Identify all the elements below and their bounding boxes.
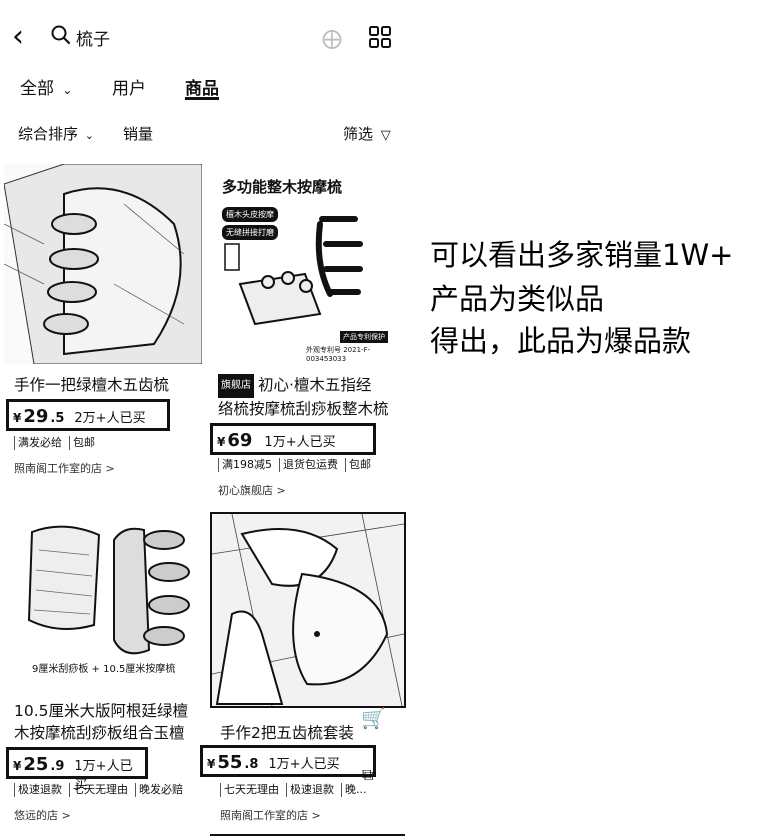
sort-sales[interactable]: 销量 xyxy=(123,123,153,144)
search-input[interactable]: 梳子 xyxy=(76,25,110,50)
filter-label: 筛选 xyxy=(343,125,374,143)
price-currency: ¥ xyxy=(13,411,22,425)
price-integer: 29 xyxy=(23,406,49,427)
tab-users[interactable]: 用户 xyxy=(112,74,146,99)
title-line: 络梳按摩梳刮痧板整木梳 xyxy=(218,400,389,418)
tag: 满198减5 xyxy=(218,458,275,472)
tab-products[interactable]: 商品 xyxy=(185,74,219,99)
tab-all[interactable]: 全部 ⌄ xyxy=(20,74,72,99)
price-integer: 69 xyxy=(227,430,253,451)
search-icon xyxy=(51,25,71,45)
tag: 包邮 xyxy=(69,436,98,450)
annotation-line-2: 产品为类似品 xyxy=(430,282,605,316)
price-currency: ¥ xyxy=(217,435,226,449)
price-integer: 25 xyxy=(23,754,49,775)
flagship-badge: 旗舰店 xyxy=(218,374,254,398)
title-line: 10.5厘米大版阿根廷绿檀 xyxy=(14,702,189,720)
sold-count: 1万+人已买 xyxy=(264,435,336,450)
patent-stamp: 产品专利保护 xyxy=(340,331,388,343)
annotation-line-1: 可以看出多家销量1W+ xyxy=(430,238,734,272)
price-decimal: .9 xyxy=(50,759,65,774)
tag: 包邮 xyxy=(345,458,374,472)
tag: 晚... xyxy=(341,783,370,797)
shop-link-1[interactable]: 照南阁工作室的店 > xyxy=(14,460,115,476)
shop-link-3[interactable]: 悠远的店 > xyxy=(14,807,71,823)
patent-text: 外观专利号 2021-F-003453033 xyxy=(306,346,371,363)
filter-button[interactable]: 筛选 ▽ xyxy=(343,123,391,144)
chevron-down-icon: ⌄ xyxy=(84,129,95,142)
filter-icon: ▽ xyxy=(380,128,391,143)
price-decimal: .5 xyxy=(50,411,65,426)
price-currency: ¥ xyxy=(13,759,22,773)
price-highlight-box-1: ¥ 29 .5 2万+人已买 xyxy=(6,399,170,431)
product-image-3[interactable]: 9厘米刮痧板 + 10.5厘米按摩梳 xyxy=(4,510,202,690)
hand-with-comb-photo xyxy=(212,514,404,706)
price-highlight-box-2: ¥ 69 1万+人已买 xyxy=(210,423,376,455)
comb-photo xyxy=(4,164,202,364)
back-arrow-icon[interactable]: ‹ xyxy=(12,22,24,52)
product-image-4[interactable] xyxy=(210,512,406,708)
price-highlight-box-3: ¥ 25 .9 1万+人已买 xyxy=(6,747,148,793)
price-decimal: .8 xyxy=(244,757,259,772)
bottom-divider xyxy=(210,834,405,836)
shop-link-2[interactable]: 初心旗舰店 > xyxy=(218,482,286,498)
tag: 满发必给 xyxy=(14,436,65,450)
product-tags-2: 满198减5 退货包运费 包邮 xyxy=(218,458,374,472)
chevron-down-icon: ⌄ xyxy=(62,83,73,97)
sort-comprehensive-label: 综合排序 xyxy=(18,125,79,143)
product-title-1[interactable]: 手作一把绿檀木五齿梳 xyxy=(14,374,204,396)
product-tags-1: 满发必给 包邮 xyxy=(14,436,98,450)
share-icon[interactable]: ⧉ xyxy=(362,765,373,785)
tag: 极速退款 xyxy=(14,783,65,797)
product-image-1[interactable] xyxy=(4,164,202,364)
price-highlight-box-4: ¥ 55 .8 1万+人已买 xyxy=(200,745,376,777)
price-integer: 55 xyxy=(217,752,243,773)
annotation-line-3: 得出，此品为爆品款 xyxy=(430,324,692,358)
sold-count: 1万+人已买 xyxy=(268,757,340,772)
product-title-2[interactable]: 旗舰店 初心·檀木五指经 络梳按摩梳刮痧板整木梳 xyxy=(218,374,408,420)
active-tab-indicator xyxy=(185,97,219,100)
title-line: 初心·檀木五指经 xyxy=(258,376,372,394)
price-currency: ¥ xyxy=(207,757,216,771)
image-caption: 9厘米刮痧板 + 10.5厘米按摩梳 xyxy=(32,664,176,675)
tag: 七天无理由 xyxy=(69,783,131,797)
grid-view-icon[interactable] xyxy=(368,25,392,49)
tag: 七天无理由 xyxy=(220,783,282,797)
sort-comprehensive[interactable]: 综合排序 ⌄ xyxy=(18,123,94,144)
clear-search-icon[interactable]: ⨁ xyxy=(322,26,342,50)
tag: 极速退款 xyxy=(286,783,337,797)
product-title-3[interactable]: 10.5厘米大版阿根廷绿檀 木按摩梳刮痧板组合玉檀 xyxy=(14,700,204,744)
product-title-4[interactable]: 手作2把五齿梳套装 xyxy=(220,722,400,744)
sold-count: 2万+人已买 xyxy=(74,411,146,426)
top-bar: ‹ 梳子 ⨁ xyxy=(0,0,410,70)
product-image-2[interactable]: 多功能整木按摩梳 檀木头皮按摩 无缝拼接打磨 产品专利保护 外观专利号 2021… xyxy=(210,164,408,364)
product-tags-3: 极速退款 七天无理由 晚发必赔 xyxy=(14,783,186,797)
shop-link-4[interactable]: 照南阁工作室的店 > xyxy=(220,807,321,823)
tag: 晚发必赔 xyxy=(135,783,186,797)
product-tags-4: 七天无理由 极速退款 晚... xyxy=(220,783,370,797)
tab-all-label: 全部 xyxy=(20,79,54,99)
title-line: 木按摩梳刮痧板组合玉檀 xyxy=(14,724,185,742)
tag: 退货包运费 xyxy=(279,458,341,472)
